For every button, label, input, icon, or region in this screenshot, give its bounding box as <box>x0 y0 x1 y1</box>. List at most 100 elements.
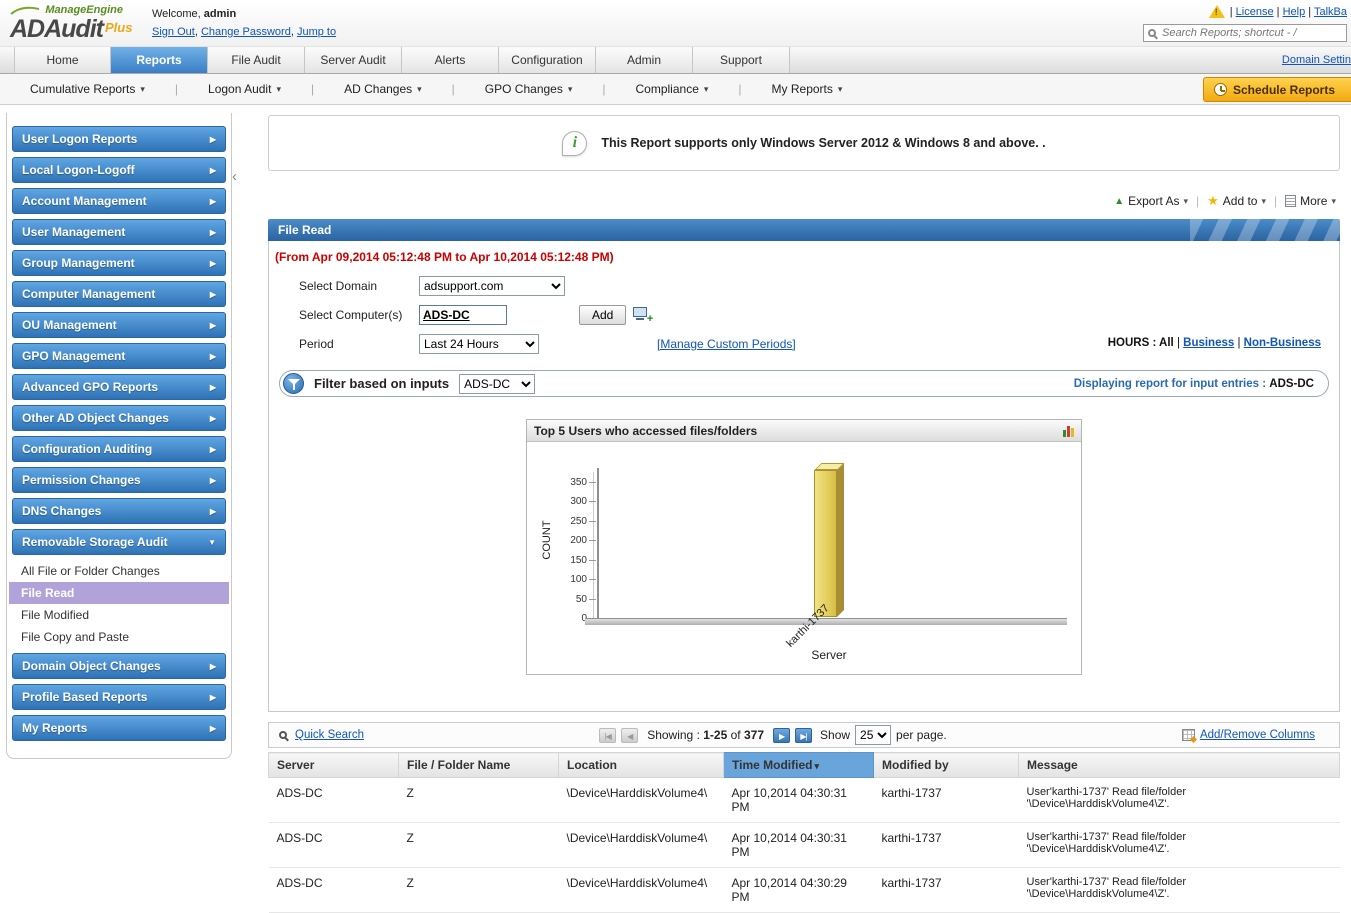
schedule-reports-button[interactable]: Schedule Reports <box>1202 77 1351 102</box>
chevron-right-icon: ▶ <box>209 289 216 299</box>
sidebar-item-removable-storage-audit[interactable]: Removable Storage Audit ▼ <box>12 529 226 555</box>
sidebar-item-permission-changes[interactable]: Permission Changes ▶ <box>12 467 226 493</box>
sidebar-item-ou-management[interactable]: OU Management ▶ <box>12 312 226 338</box>
sidebar-item-label: Removable Storage Audit <box>22 535 168 549</box>
filter-label: Filter based on inputs <box>314 376 450 391</box>
quick-search-link[interactable]: Quick Search <box>279 729 364 741</box>
sidebar-item-user-logon-reports[interactable]: User Logon Reports ▶ <box>12 126 226 152</box>
sidebar-item-domain-object-changes[interactable]: Domain Object Changes ▶ <box>12 653 226 679</box>
sidebar-item-label: GPO Management <box>22 349 126 363</box>
computer-input[interactable] <box>419 305 507 325</box>
tab-reports[interactable]: Reports <box>111 47 208 73</box>
search-input[interactable] <box>1160 26 1342 40</box>
domain-settings-link[interactable]: Domain Settin <box>1282 54 1351 66</box>
sidebar-item-account-management[interactable]: Account Management ▶ <box>12 188 226 214</box>
column-header-file-folder-name[interactable]: File / Folder Name <box>398 752 559 778</box>
utility-link[interactable]: Help <box>1283 6 1306 18</box>
tab-configuration[interactable]: Configuration <box>499 47 596 73</box>
chevron-right-icon: ▶ <box>209 413 216 423</box>
subnav-menu-my-reports[interactable]: My Reports ▾ <box>772 82 843 96</box>
sidebar-item-group-management[interactable]: Group Management ▶ <box>12 250 226 276</box>
table-row[interactable]: ADS-DC Z \Device\HarddiskVolume4\ Apr 10,20… <box>268 867 1340 913</box>
sidebar-item-local-logon-logoff[interactable]: Local Logon-Logoff ▶ <box>12 157 226 183</box>
subnav-menu-compliance[interactable]: Compliance ▾ <box>636 82 709 96</box>
tab-admin[interactable]: Admin <box>596 47 693 73</box>
chart-type-icon[interactable] <box>1063 425 1074 437</box>
column-header-message[interactable]: Message <box>1018 752 1340 778</box>
first-page-button[interactable]: |◀ <box>599 727 617 743</box>
hours-all-label: HOURS : All <box>1107 337 1174 349</box>
column-header-label: Location <box>567 758 617 772</box>
session-link[interactable]: Change Password <box>201 26 291 38</box>
tab-home[interactable]: Home <box>14 47 111 73</box>
column-header-label: Message <box>1027 758 1078 772</box>
table-row[interactable]: ADS-DC Z \Device\HarddiskVolume4\ Apr 10,20… <box>268 822 1340 868</box>
sidebar-item-computer-management[interactable]: Computer Management ▶ <box>12 281 226 307</box>
more-icon <box>1285 195 1297 207</box>
y-tick-mark <box>589 540 596 542</box>
subnav-menu-cumulative-reports[interactable]: Cumulative Reports ▾ <box>30 82 145 96</box>
add-computer-button[interactable]: Add <box>579 305 627 325</box>
caret-down-icon: ▾ <box>567 83 573 94</box>
tab-file-audit[interactable]: File Audit <box>208 47 305 73</box>
chevron-right-icon: ▶ <box>209 692 216 702</box>
column-header-server[interactable]: Server <box>268 752 399 778</box>
sidebar-item-advanced-gpo-reports[interactable]: Advanced GPO Reports ▶ <box>12 374 226 400</box>
report-table-body: ADS-DC Z \Device\HarddiskVolume4\ Apr 10,20… <box>268 777 1340 913</box>
add-remove-columns-link[interactable]: Add/Remove Columns <box>1181 729 1315 741</box>
tab-alerts[interactable]: Alerts <box>402 47 499 73</box>
sidebar-item-configuration-auditing[interactable]: Configuration Auditing ▶ <box>12 436 226 462</box>
sidebar-item-gpo-management[interactable]: GPO Management ▶ <box>12 343 226 369</box>
filter-bar: Filter based on inputs ADS-DC Displaying… <box>279 370 1329 397</box>
session-link[interactable]: Sign Out <box>152 26 195 38</box>
domain-select[interactable]: adsupport.com <box>419 276 565 296</box>
manage-custom-periods-link[interactable]: [Manage Custom Periods] <box>657 337 796 351</box>
filter-input-select[interactable]: ADS-DC <box>459 373 536 394</box>
period-select[interactable]: Last 24 Hours <box>419 334 539 354</box>
subnav-menu-ad-changes[interactable]: AD Changes ▾ <box>344 82 422 96</box>
more-button[interactable]: More ▾ <box>1285 194 1336 208</box>
column-header-location[interactable]: Location <box>558 752 724 778</box>
utility-link[interactable]: License <box>1236 6 1274 18</box>
column-header-modified-by[interactable]: Modified by <box>873 752 1019 778</box>
add-to-button[interactable]: ★ Add to ▾ <box>1207 193 1266 209</box>
last-page-button[interactable]: ▶| <box>795 727 813 743</box>
app-logo[interactable]: ManageEngine ADAudit Plus <box>10 2 132 44</box>
divider: | <box>738 82 742 96</box>
file-cell: Z <box>398 867 559 913</box>
subnav-menu-gpo-changes[interactable]: GPO Changes ▾ <box>485 82 573 96</box>
hours-link-non-business[interactable]: Non-Business <box>1244 337 1321 349</box>
displaying-info: Displaying report for input entries : AD… <box>1073 377 1314 390</box>
sidebar-subitem-file-read[interactable]: File Read <box>9 582 229 604</box>
prev-page-button[interactable]: ◀ <box>621 727 639 743</box>
tab-support[interactable]: Support <box>693 47 790 73</box>
tab-server-audit[interactable]: Server Audit <box>305 47 402 73</box>
warning-icon[interactable]: ! <box>1208 5 1225 18</box>
computer-picker-icon[interactable]: + <box>631 307 653 325</box>
y-tick-mark <box>589 579 596 581</box>
sidebar-item-label: User Logon Reports <box>22 132 138 146</box>
sidebar-subitem-all-file-or-folder-changes[interactable]: All File or Folder Changes <box>9 560 229 582</box>
chevron-right-icon: ▶ <box>209 165 216 175</box>
utility-link[interactable]: TalkBa <box>1314 6 1347 18</box>
sidebar-item-dns-changes[interactable]: DNS Changes ▶ <box>12 498 226 524</box>
sidebar-item-my-reports[interactable]: My Reports ▶ <box>12 715 226 741</box>
more-label: More <box>1300 194 1328 208</box>
session-link[interactable]: Jump to <box>297 26 336 38</box>
table-row[interactable]: ADS-DC Z \Device\HarddiskVolume4\ Apr 10,20… <box>268 777 1340 823</box>
hours-link-business[interactable]: Business <box>1183 337 1234 349</box>
sidebar-subitem-file-modified[interactable]: File Modified <box>9 604 229 626</box>
search-box[interactable] <box>1143 24 1347 42</box>
page-size-select[interactable]: 25 <box>855 725 892 745</box>
next-page-button[interactable]: ▶ <box>773 727 791 743</box>
export-as-button[interactable]: ▲ Export As ▾ <box>1114 194 1188 208</box>
sidebar-item-user-management[interactable]: User Management ▶ <box>12 219 226 245</box>
location-cell: \Device\HarddiskVolume4\ <box>558 777 724 823</box>
column-header-time-modified[interactable]: Time Modified ▾ <box>723 752 874 778</box>
sidebar-subitem-file-copy-and-paste[interactable]: File Copy and Paste <box>9 626 229 648</box>
sidebar-item-profile-based-reports[interactable]: Profile Based Reports ▶ <box>12 684 226 710</box>
sidebar-item-other-ad-object-changes[interactable]: Other AD Object Changes ▶ <box>12 405 226 431</box>
subnav-menu-logon-audit[interactable]: Logon Audit ▾ <box>208 82 281 96</box>
sidebar-collapse-handle[interactable]: ‹ <box>232 168 242 185</box>
y-tick-label: 350 <box>570 476 587 488</box>
